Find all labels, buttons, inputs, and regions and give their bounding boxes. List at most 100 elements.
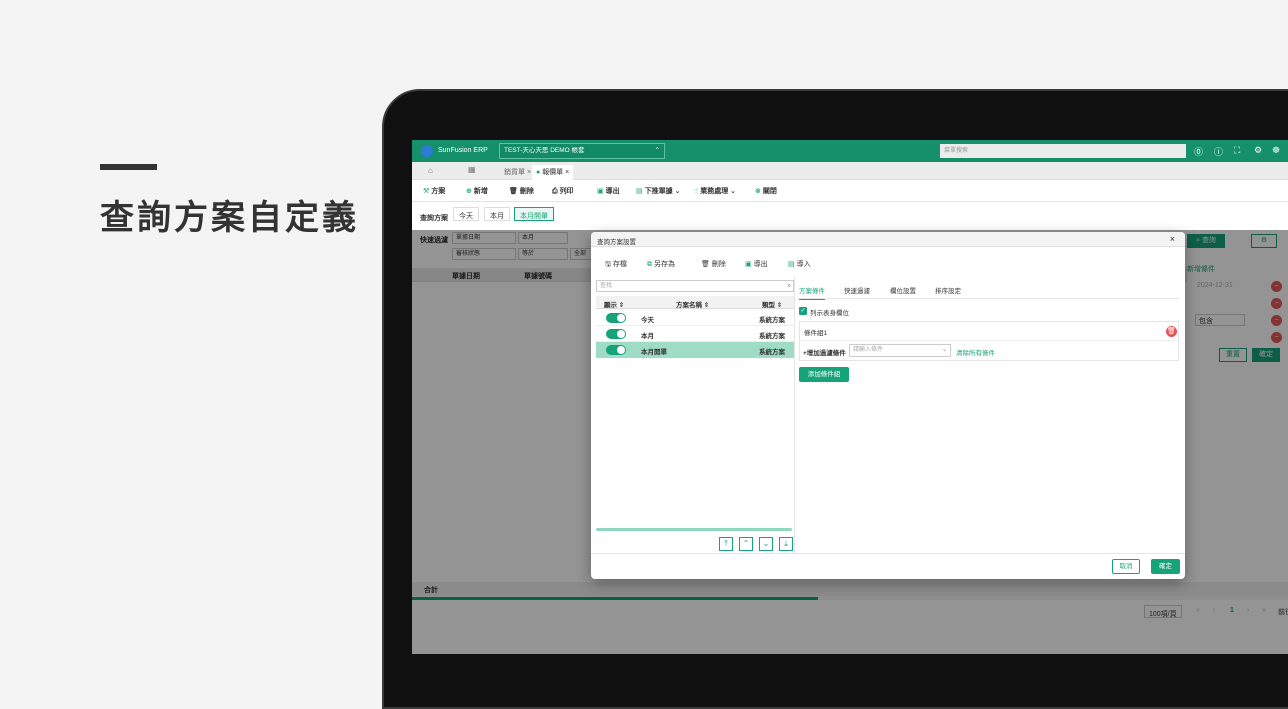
scheme-today[interactable]: 今天 [453, 207, 479, 221]
toolbar-add[interactable]: ⊕ 新增 [466, 186, 488, 196]
condition-select[interactable]: 請輸入條件 ⌄ [849, 344, 951, 357]
scheme-search-placeholder: 查找 [600, 283, 613, 289]
save-as-button[interactable]: ⧉ 另存為 [647, 259, 675, 269]
delete-label: 刪除 [711, 261, 726, 268]
group-divider [800, 340, 1180, 341]
help-icon[interactable]: ⓪ [1194, 145, 1203, 158]
scheme-search-input[interactable]: 查找 ⌕ [596, 280, 794, 292]
col-name-label: 方案名稱 [676, 302, 702, 309]
col-name[interactable]: 方案名稱 ⇕ [676, 299, 709, 309]
account-select-value: TEST-天心天思 DEMO 帳套 [504, 147, 585, 154]
col-type-label: 類型 [762, 302, 775, 309]
scheme-row-name: 今天 [641, 317, 654, 324]
app-logo-text: SunFusion ERP [438, 147, 488, 154]
account-select[interactable]: TEST-天心天思 DEMO 帳套 ⌃ [499, 143, 665, 159]
pane-divider [794, 277, 795, 553]
checkbox-checked[interactable]: ✓ [799, 307, 807, 315]
tab-divider [799, 298, 1179, 299]
toolbar-push[interactable]: ▤ 下推單據 ⌄ [636, 186, 680, 196]
trash-icon: 🗑 [701, 261, 710, 268]
tab-sales[interactable]: 銷貨單 × [504, 167, 531, 177]
import-icon: ▤ [788, 261, 795, 268]
toolbar-print-label: 列印 [559, 188, 574, 195]
move-up-icon[interactable]: ⌃ [739, 537, 753, 551]
show-toggle[interactable] [606, 329, 626, 339]
scheme-month-open[interactable]: 本月開單 [514, 207, 554, 221]
scheme-row-selected[interactable]: 本月開單 系統方案 [596, 342, 794, 358]
group-label: 條件組1 [804, 330, 828, 337]
delete-group-icon[interactable]: 🗑 [1166, 326, 1177, 337]
tab-quick-filter[interactable]: 快速過濾 [844, 285, 870, 295]
export-button[interactable]: ▣ 導出 [745, 259, 768, 269]
tab-quote-label: 報價單 [542, 169, 564, 176]
show-toggle[interactable] [606, 345, 626, 355]
toolbar-scheme[interactable]: ⚒ 方案 [423, 186, 445, 196]
scheme-month[interactable]: 本月 [484, 207, 510, 221]
save-icon: 🖫 [605, 261, 611, 268]
toolbar-export-label: 導出 [605, 188, 620, 195]
main-toolbar: ⚒ 方案 ⊕ 新增 🗑 刪除 ⎙ 列印 ▣ 導出 ▤ 下推單據 ⌄ ☝ 業務處理… [412, 180, 1288, 202]
scheme-row[interactable]: 本月 系統方案 [596, 326, 794, 342]
toolbar-business-label: 業務處理 [700, 188, 729, 195]
toolbar-close[interactable]: ⊗ 關閉 [755, 186, 777, 196]
toolbar-delete[interactable]: 🗑 刪除 [509, 186, 534, 196]
heading-bar [100, 164, 157, 170]
scheme-row-type: 系統方案 [759, 317, 785, 324]
tab-columns[interactable]: 欄位設置 [890, 285, 916, 295]
save-button[interactable]: 🖫 存檔 [605, 259, 627, 271]
col-show[interactable]: 顯示 ⇕ [604, 299, 624, 309]
toolbar-push-label: 下推單據 [644, 188, 673, 195]
add-condition-label[interactable]: +增加過濾條件 [803, 347, 846, 357]
scheme-row[interactable]: 今天 系統方案 [596, 310, 794, 326]
export-label: 導出 [753, 261, 768, 268]
table-scrollbar[interactable] [596, 528, 792, 531]
tab-sort[interactable]: 排序設定 [935, 285, 961, 295]
move-bottom-icon[interactable]: ⤓ [779, 537, 793, 551]
toolbar-business[interactable]: ☝ 業務處理 ⌄ [694, 186, 736, 196]
confirm-button[interactable]: 確定 [1151, 559, 1180, 574]
toolbar-delete-label: 刪除 [519, 188, 534, 195]
menu-search-input[interactable]: 菜單搜索 [940, 144, 1186, 158]
add-group-button[interactable]: 添加條件組 [799, 367, 849, 382]
toolbar-add-label: 新增 [473, 188, 488, 195]
search-icon: ⌕ [787, 283, 791, 289]
user-icon[interactable]: ☸ [1272, 145, 1280, 156]
move-top-icon[interactable]: ⤒ [719, 537, 733, 551]
scheme-settings-dialog: 查詢方案設置 × 🖫 存檔 ⧉ 另存為 🗑 刪除 ▣ 導出 ▤ 導入 查找 ⌕ 顯… [591, 232, 1185, 579]
grid-icon[interactable]: ▦ [468, 165, 476, 174]
dialog-titlebar: 查詢方案設置 × [591, 232, 1185, 247]
delete-button[interactable]: 🗑 刪除 [701, 259, 726, 269]
col-type[interactable]: 類型 ⇕ [762, 299, 782, 309]
footer-divider [591, 553, 1185, 554]
save-as-label: 另存為 [653, 261, 675, 268]
show-toggle[interactable] [606, 313, 626, 323]
clear-all-link[interactable]: 清除所有條件 [956, 347, 995, 357]
condition-group: 條件組1 🗑 +增加過濾條件 請輸入條件 ⌄ 清除所有條件 [799, 321, 1180, 361]
excel-icon: ▣ [745, 261, 752, 268]
logo-icon [421, 145, 433, 157]
fullscreen-icon[interactable]: ⛶ [1234, 145, 1240, 156]
toolbar-export[interactable]: ▣ 導出 [597, 186, 620, 196]
dialog-title: 查詢方案設置 [597, 239, 636, 246]
toolbar-print[interactable]: ⎙ 列印 [552, 186, 574, 196]
col-show-label: 顯示 [604, 302, 617, 309]
top-bar: SunFusion ERP TEST-天心天思 DEMO 帳套 ⌃ 菜單搜索 ⓪ … [412, 140, 1288, 162]
page-heading: 查詢方案自定義 [100, 199, 359, 237]
cancel-button[interactable]: 取消 [1112, 559, 1140, 574]
toolbar-close-label: 關閉 [762, 188, 777, 195]
import-button[interactable]: ▤ 導入 [788, 259, 811, 269]
scheme-row-type: 系統方案 [759, 333, 785, 340]
info-icon[interactable]: ⓘ [1214, 145, 1223, 158]
home-icon[interactable]: ⌂ [428, 166, 433, 175]
save-as-icon: ⧉ [647, 261, 652, 268]
scheme-bar-label: 查詢方案 [420, 215, 448, 222]
close-icon[interactable]: × [1170, 234, 1175, 244]
scheme-row-name: 本月開單 [641, 349, 667, 356]
gear-icon[interactable]: ⚙ [1254, 145, 1262, 156]
move-down-icon[interactable]: ⌄ [759, 537, 773, 551]
scheme-row-type: 系統方案 [759, 349, 785, 356]
chevron-down-icon: ⌃ [654, 147, 660, 154]
save-label: 存檔 [612, 261, 627, 268]
tab-quote[interactable]: ● 報價單 × [532, 165, 574, 180]
scheme-table-header: 顯示 ⇕ 方案名稱 ⇕ 類型 ⇕ [596, 296, 794, 309]
